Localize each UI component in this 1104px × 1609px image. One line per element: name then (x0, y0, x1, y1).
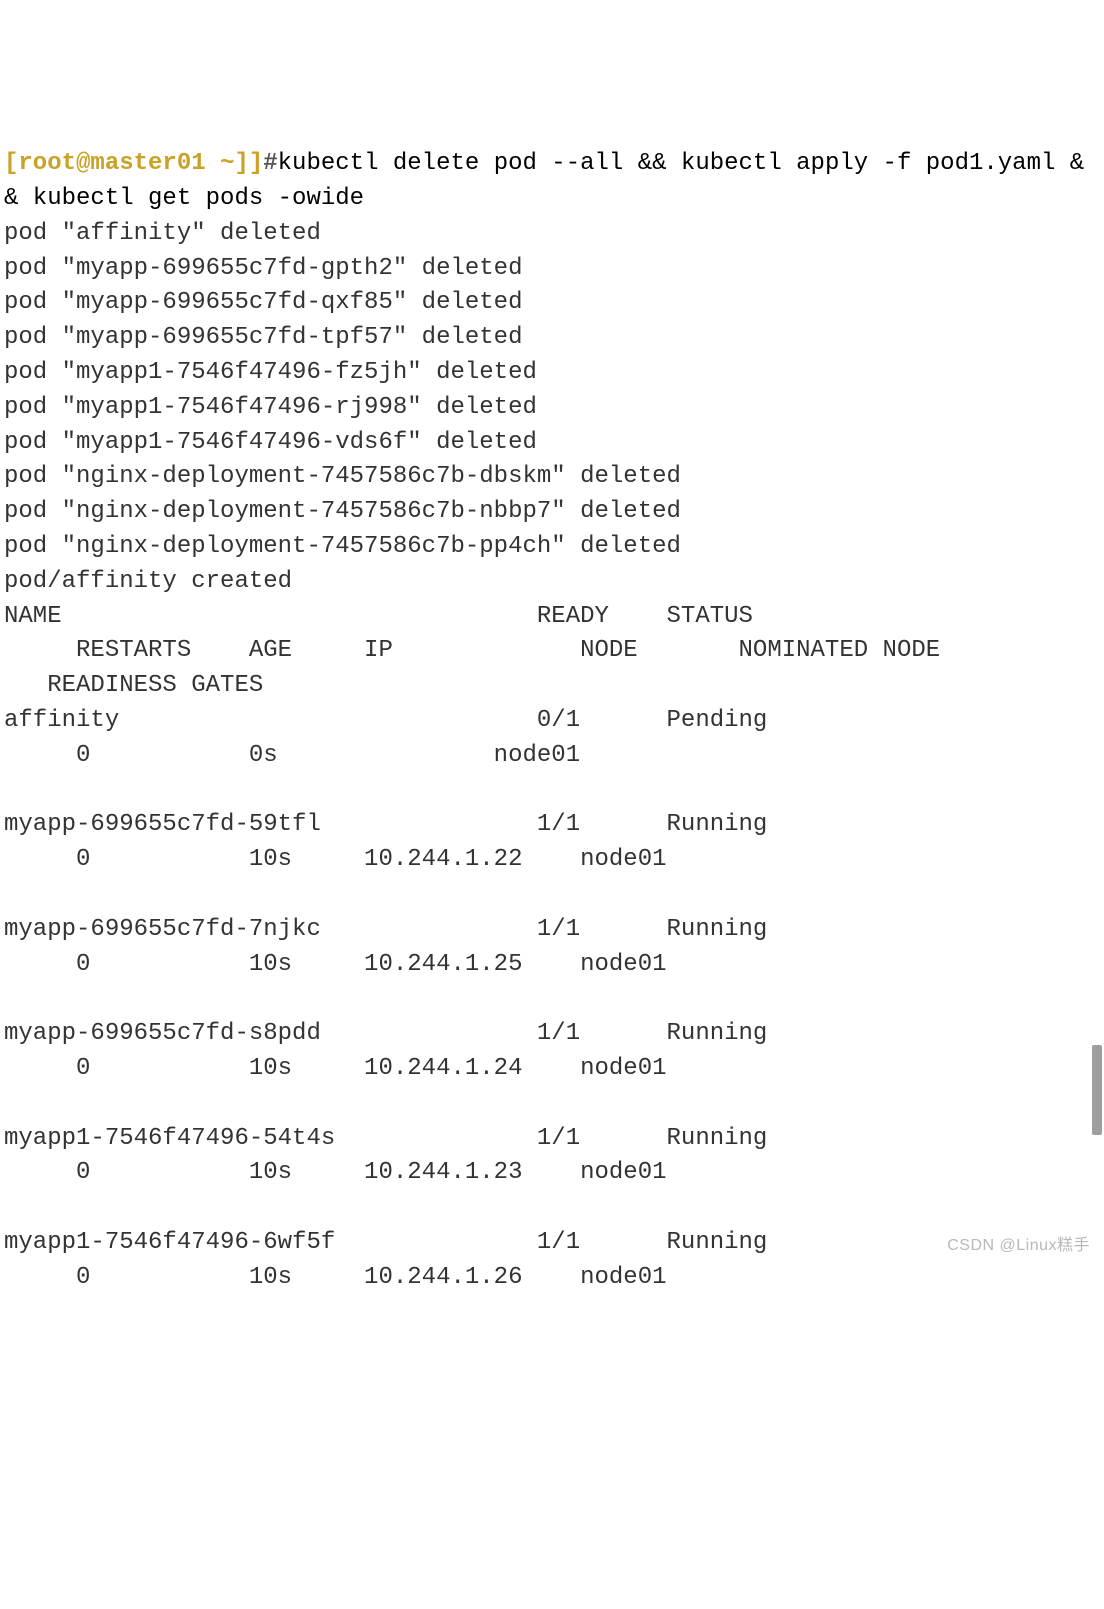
watermark: CSDN @Linux糕手 (947, 1234, 1090, 1257)
scrollbar-thumb[interactable] (1092, 1045, 1102, 1135)
terminal-output[interactable]: [root@master01 ~]]#kubectl delete pod --… (4, 147, 1100, 1330)
